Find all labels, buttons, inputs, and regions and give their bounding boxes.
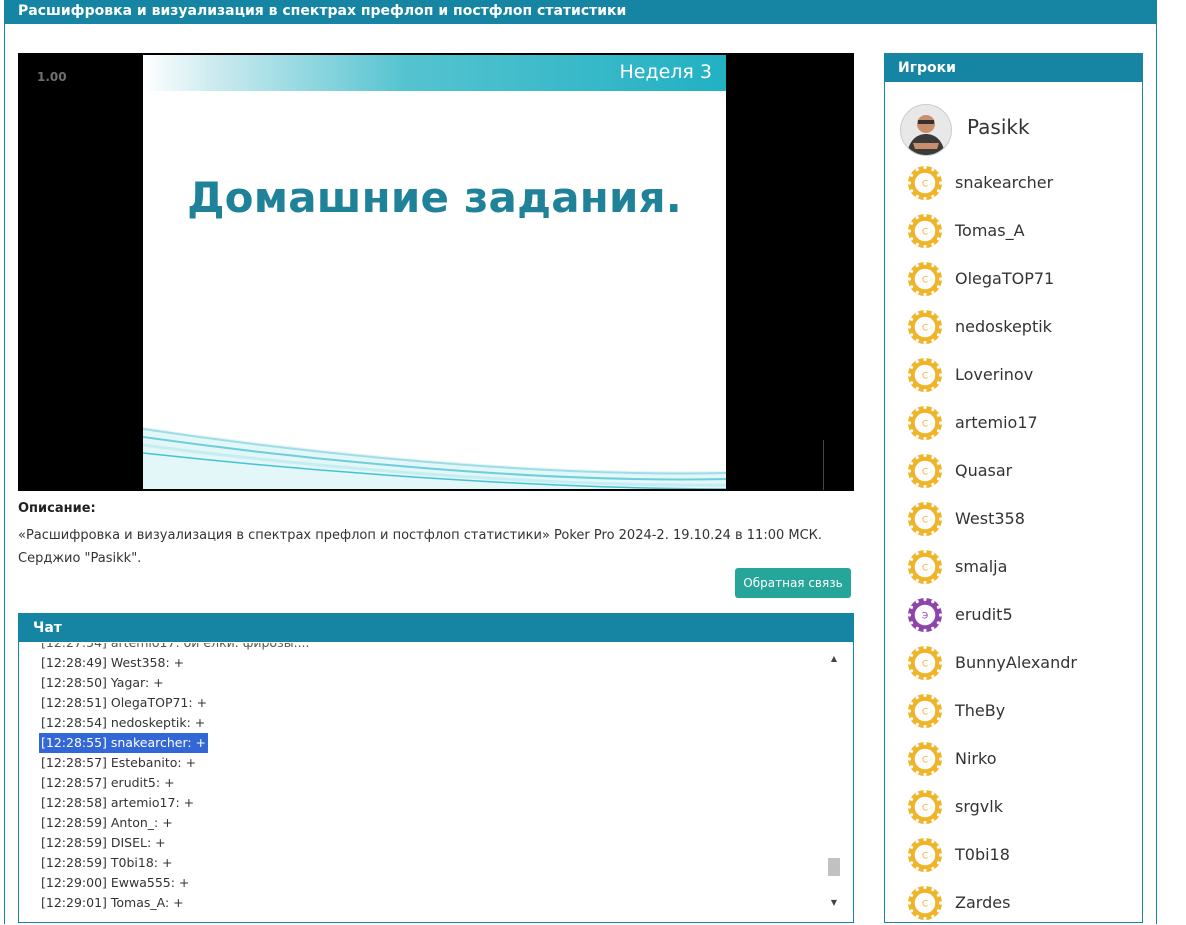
svg-text:C: C — [922, 708, 928, 718]
player-name: srgvlk — [955, 797, 1003, 816]
chat-message: [12:28:57] erudit5: + — [41, 775, 175, 790]
player-name: T0bi18 — [955, 845, 1010, 864]
gold-chip-icon: C — [907, 501, 943, 537]
player-name: nedoskeptik — [955, 317, 1052, 336]
svg-text:Э: Э — [922, 612, 928, 622]
gold-chip-icon: C — [907, 165, 943, 201]
chat-messages[interactable]: [12:27:54] artemio17: ой ёлки. фирозы...… — [19, 643, 841, 915]
player-name: Zardes — [955, 893, 1011, 912]
player-name: erudit5 — [955, 605, 1013, 624]
player-name: Quasar — [955, 461, 1013, 480]
player-name: artemio17 — [955, 413, 1038, 432]
playback-speed[interactable]: 1.00 — [37, 70, 67, 84]
chat-message: [12:28:57] Estebanito: + — [41, 755, 197, 770]
svg-text:C: C — [922, 228, 928, 238]
svg-text:C: C — [922, 804, 928, 814]
gold-chip-icon: C — [907, 837, 943, 873]
gold-chip-icon: C — [907, 741, 943, 777]
feedback-button[interactable]: Обратная связь — [735, 568, 851, 598]
slide-title: Домашние задания. — [187, 173, 682, 222]
svg-text:C: C — [922, 900, 928, 910]
player-name: Loverinov — [955, 365, 1034, 384]
chat-message: [12:28:58] artemio17: + — [41, 795, 195, 810]
presentation-slide: Неделя 3 Домашние задания. — [143, 55, 726, 489]
svg-text:C: C — [922, 852, 928, 862]
chat-message: [12:28:51] OlegaTOP71: + — [41, 695, 208, 710]
svg-text:C: C — [922, 180, 928, 190]
chat-message: [12:28:55] snakearcher: + — [39, 733, 209, 753]
player-name: West358 — [955, 509, 1025, 528]
player-name: smalja — [955, 557, 1008, 576]
svg-text:C: C — [922, 276, 928, 286]
player-name: TheBy — [955, 701, 1006, 720]
svg-text:C: C — [922, 372, 928, 382]
svg-text:C: C — [922, 564, 928, 574]
player-name: Tomas_A — [955, 221, 1025, 240]
chat-message: [12:28:59] Anton_: + — [41, 815, 173, 830]
page-title-bar: Расшифровка и визуализация в спектрах пр… — [4, 0, 1157, 24]
gold-chip-icon: C — [907, 357, 943, 393]
gold-chip-icon: C — [907, 645, 943, 681]
player-name: OlegaTOP71 — [955, 269, 1055, 288]
slide-week-label: Неделя 3 — [619, 61, 712, 83]
scroll-up-icon[interactable]: ▲ — [829, 654, 839, 664]
slide-header: Неделя 3 — [143, 55, 726, 91]
slide-wave-decoration — [143, 427, 726, 489]
avatar — [900, 104, 952, 156]
svg-text:C: C — [922, 516, 928, 526]
chat-message: [12:28:59] T0bi18: + — [41, 855, 173, 870]
host-name: Pasikk — [967, 115, 1030, 139]
chat-message-partial: [12:27:54] artemio17: ой ёлки. фирозы...… — [41, 643, 310, 653]
chat-message: [12:29:01] Tomas_A: + — [41, 895, 184, 910]
players-panel: Игроки Pasikk Csnakearcher C Tomas_A C Olega… — [884, 53, 1143, 923]
svg-text:C: C — [922, 660, 928, 670]
players-title: Игроки — [885, 54, 1142, 82]
description-label: Описание: — [18, 501, 96, 516]
svg-text:C: C — [922, 468, 928, 478]
gold-chip-icon: C — [907, 549, 943, 585]
gold-chip-icon: C — [907, 453, 943, 489]
gold-chip-icon: C — [907, 405, 943, 441]
chat-message: [12:28:50] Yagar: + — [41, 675, 164, 690]
player-name: BunnyAlexandr — [955, 653, 1077, 672]
chat-title: Чат — [19, 614, 853, 642]
gold-chip-icon: C — [907, 309, 943, 345]
description-text: «Расшифровка и визуализация в спектрах п… — [18, 528, 823, 566]
player-name: snakearcher — [955, 173, 1054, 192]
page-title: Расшифровка и визуализация в спектрах пр… — [18, 3, 627, 19]
video-progress-marker — [823, 440, 824, 490]
svg-text:C: C — [922, 756, 928, 766]
chat-scrollbar[interactable] — [827, 651, 843, 916]
chat-message: [12:28:49] West358: + — [41, 655, 185, 670]
svg-text:C: C — [922, 324, 928, 334]
gold-chip-icon: C — [907, 213, 943, 249]
gold-chip-icon: C — [907, 261, 943, 297]
chat-message: [12:29:00] Ewwa555: + — [41, 875, 190, 890]
chat-scroll-thumb[interactable] — [828, 858, 840, 876]
gold-chip-icon: C — [907, 789, 943, 825]
gold-chip-icon: C — [907, 693, 943, 729]
scroll-down-icon[interactable]: ▼ — [829, 898, 839, 908]
purple-chip-icon: Э — [907, 597, 943, 633]
player-name: Nirko — [955, 749, 997, 768]
svg-text:C: C — [922, 420, 928, 430]
video-player[interactable]: 1.00 Неделя 3 Домашние задания. — [18, 53, 854, 491]
chat-message: [12:28:59] DISEL: + — [41, 835, 166, 850]
chat-panel: Чат [12:27:54] artemio17: ой ёлки. фироз… — [18, 613, 854, 923]
chat-message: [12:28:54] nedoskeptik: + — [41, 715, 206, 730]
